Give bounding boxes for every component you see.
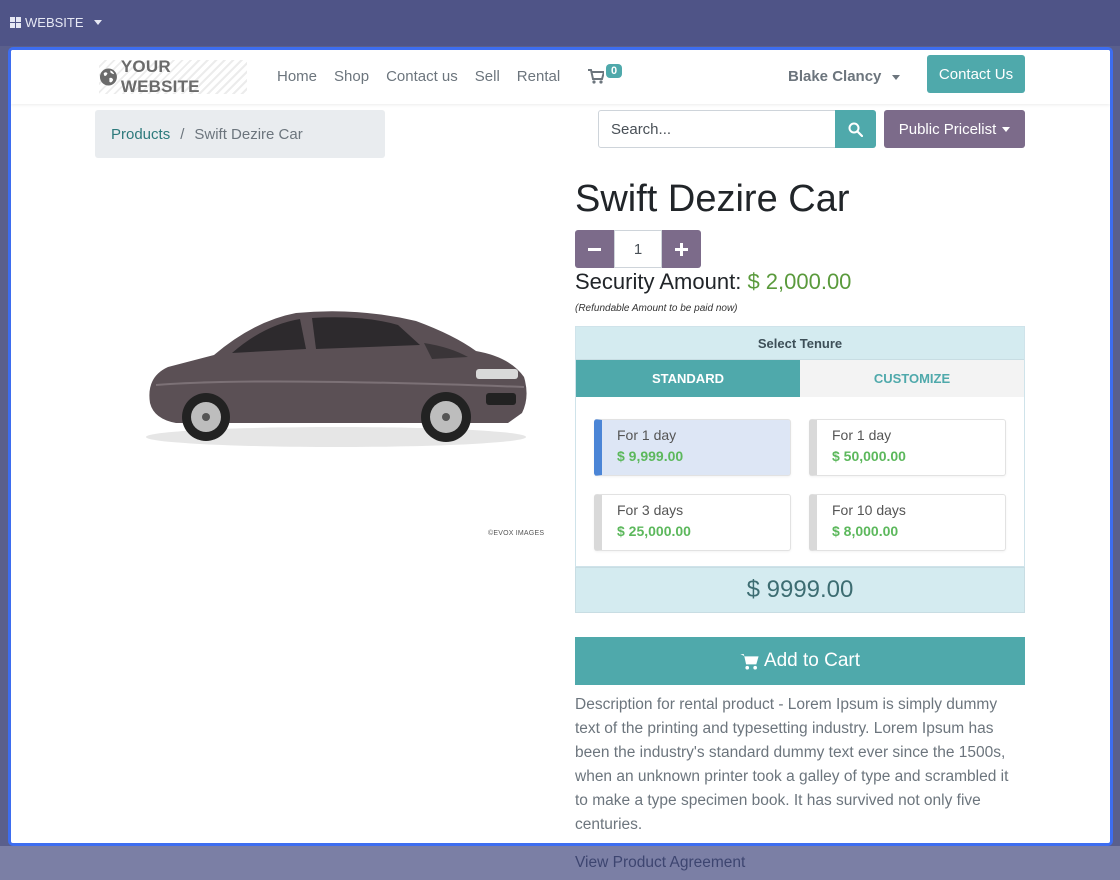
total-price: $ 9999.00: [575, 567, 1025, 613]
security-value: $ 2,000.00: [747, 269, 852, 294]
search-button[interactable]: [835, 110, 876, 148]
tenure-option-price: $ 8,000.00: [832, 523, 899, 539]
search-icon: [848, 122, 863, 137]
nav-rental[interactable]: Rental: [517, 68, 560, 85]
logo-text: YOUR WEBSITE: [120, 57, 200, 96]
breadcrumb: Products / Swift Dezire Car: [95, 110, 385, 158]
tenure-option[interactable]: For 1 day $ 50,000.00: [809, 419, 1006, 476]
tenure-option-label: For 1 day: [832, 427, 892, 443]
nav-shop[interactable]: Shop: [334, 68, 369, 85]
pricelist-label: Public Pricelist: [898, 120, 997, 138]
decrease-quantity-button[interactable]: [575, 230, 614, 268]
shopping-cart-icon: [740, 653, 759, 670]
breadcrumb-separator: /: [180, 125, 185, 143]
refund-note: (Refundable Amount to be paid now): [575, 303, 738, 314]
product-description: Description for rental product - Lorem I…: [575, 696, 1009, 833]
tab-standard[interactable]: STANDARD: [576, 360, 800, 397]
admin-bar: WEBSITE: [0, 0, 1120, 46]
website-menu[interactable]: WEBSITE: [10, 15, 102, 30]
security-label: Security Amount:: [575, 269, 742, 294]
nav-home[interactable]: Home: [277, 68, 317, 85]
shopping-cart-icon: [588, 69, 606, 84]
plus-icon: [675, 242, 688, 256]
tenure-option-price: $ 50,000.00: [832, 448, 906, 464]
increase-quantity-button[interactable]: [662, 230, 701, 268]
car-image: [146, 311, 527, 447]
tab-customize[interactable]: CUSTOMIZE: [800, 360, 1024, 397]
breadcrumb-current: Swift Dezire Car: [194, 125, 303, 143]
tenure-option-label: For 10 days: [832, 502, 906, 518]
tenure-option-label: For 3 days: [617, 502, 684, 518]
tenure-option-label: For 1 day: [617, 427, 677, 443]
chevron-down-icon: [1002, 126, 1011, 132]
nav-sell[interactable]: Sell: [475, 68, 500, 85]
globe-icon: [99, 68, 117, 86]
minus-icon: [588, 247, 601, 251]
cart-count-badge: 0: [606, 64, 623, 78]
tenure-tabs: STANDARD CUSTOMIZE: [576, 360, 1024, 397]
image-credit: ©EVOX IMAGES: [488, 530, 545, 537]
tenure-option-price: $ 9,999.00: [617, 448, 684, 464]
user-name: Blake Clancy: [788, 68, 882, 85]
tenure-heading: Select Tenure: [576, 327, 1024, 360]
product-title: Swift Dezire Car: [575, 178, 850, 220]
chevron-down-icon: [891, 74, 900, 80]
security-amount: Security Amount: $ 2,000.00: [575, 269, 851, 295]
page-overflow-strip: [0, 846, 1120, 880]
grid-icon: [10, 17, 21, 28]
product-image: [136, 285, 546, 545]
website-preview-frame: YOUR WEBSITE Home Shop Contact us Sell R…: [8, 47, 1113, 846]
main-nav: Home Shop Contact us Sell Rental: [277, 68, 560, 85]
user-menu[interactable]: Blake Clancy: [788, 68, 900, 85]
view-agreement-link[interactable]: View Product Agreement: [575, 854, 745, 872]
quantity-stepper: 1: [575, 230, 701, 268]
nav-contact-us[interactable]: Contact us: [386, 68, 458, 85]
tenure-option-price: $ 25,000.00: [617, 523, 691, 539]
tenure-options: For 1 day $ 9,999.00 For 1 day $ 50,000.…: [576, 397, 1024, 565]
breadcrumb-products-link[interactable]: Products: [111, 126, 170, 143]
pricelist-dropdown[interactable]: Public Pricelist: [884, 110, 1025, 148]
add-to-cart-button[interactable]: Add to Cart: [575, 637, 1025, 685]
chevron-down-icon: [93, 20, 102, 25]
tenure-selector: Select Tenure STANDARD CUSTOMIZE For 1 d…: [575, 326, 1025, 567]
add-to-cart-label: Add to Cart: [763, 650, 861, 671]
site-logo[interactable]: YOUR WEBSITE: [99, 57, 247, 96]
tenure-option[interactable]: For 3 days $ 25,000.00: [594, 494, 791, 551]
site-header: YOUR WEBSITE Home Shop Contact us Sell R…: [11, 50, 1110, 104]
cart-link[interactable]: 0: [588, 64, 623, 86]
quantity-input[interactable]: 1: [614, 230, 662, 268]
tenure-option[interactable]: For 1 day $ 9,999.00: [594, 419, 791, 476]
website-menu-label: WEBSITE: [25, 15, 84, 30]
search-input[interactable]: Search...: [598, 110, 836, 148]
contact-us-button[interactable]: Contact Us: [927, 55, 1025, 93]
tenure-option[interactable]: For 10 days $ 8,000.00: [809, 494, 1006, 551]
